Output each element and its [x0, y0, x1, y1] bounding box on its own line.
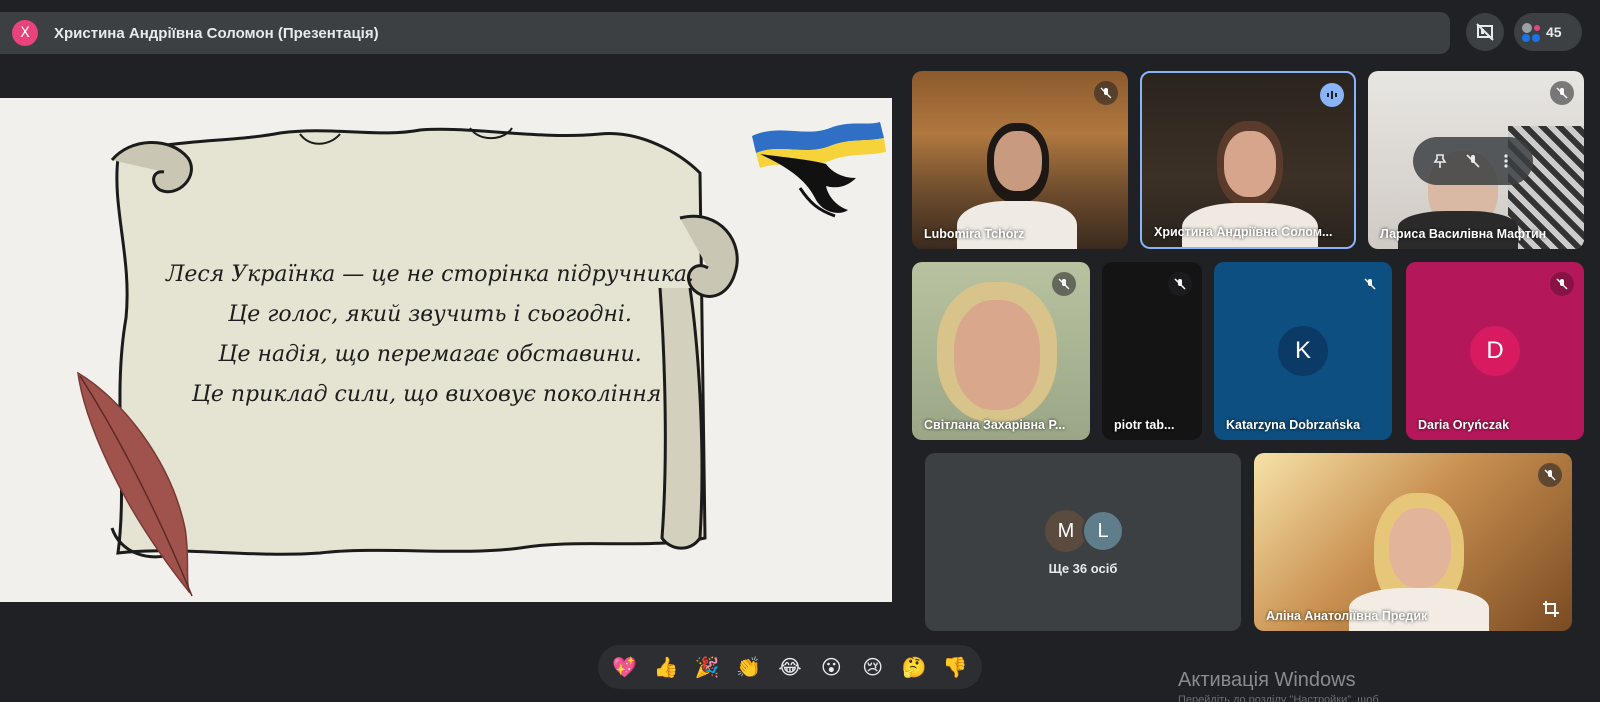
- reaction-sad-button[interactable]: 😢: [856, 650, 890, 684]
- participant-name: Katarzyna Dobrzańska: [1226, 418, 1361, 432]
- dove-with-flag-icon: [752, 122, 886, 218]
- mic-off-icon: [1550, 272, 1574, 296]
- participants-count: 45: [1546, 24, 1562, 40]
- reaction-thumbs-up-button[interactable]: 👍: [649, 650, 683, 684]
- participant-tile[interactable]: D Daria Oryńczak: [1406, 262, 1584, 440]
- presentation-slide: Леся Українка — це не сторінка підручник…: [0, 98, 892, 602]
- participant-name: Світлана Захарівна Р...: [924, 418, 1066, 432]
- reaction-party-button[interactable]: 🎉: [690, 650, 724, 684]
- slide-quote: Леся Українка — це не сторінка підручник…: [150, 255, 710, 415]
- slide-line: Це приклад сили, що виховує покоління.: [191, 382, 669, 407]
- participant-tile[interactable]: piotr tab...: [1102, 262, 1202, 440]
- reaction-thumbs-down-button[interactable]: 👎: [938, 650, 972, 684]
- mic-off-icon: [1052, 272, 1076, 296]
- mic-off-icon: [1550, 81, 1574, 105]
- more-options-icon[interactable]: [1498, 153, 1514, 169]
- reaction-thinking-button[interactable]: 🤔: [897, 650, 931, 684]
- reaction-clap-button[interactable]: 👏: [732, 650, 766, 684]
- participant-tile[interactable]: K Katarzyna Dobrzańska: [1214, 262, 1392, 440]
- slide-line: Це голос, який звучить і сьогодні.: [228, 302, 632, 327]
- reactions-bar: 💖 👍 🎉 👏 😂 😮 😢 🤔 👎: [598, 645, 982, 689]
- participant-tile[interactable]: Світлана Захарівна Р...: [912, 262, 1090, 440]
- hide-tiles-icon: [1476, 23, 1494, 41]
- presentation-title: Христина Андріївна Соломон (Презентація): [54, 24, 379, 42]
- presentation-title-bar: X Христина Андріївна Соломон (Презентаці…: [0, 12, 1450, 54]
- mic-off-icon: [1358, 272, 1382, 296]
- mic-off-icon: [1094, 81, 1118, 105]
- avatar: M: [1045, 510, 1087, 552]
- participant-tile[interactable]: Lubomira Tchórz: [912, 71, 1128, 249]
- windows-activation-watermark: Активація Windows: [1178, 669, 1356, 691]
- slide-line: Це надія, що перемагає обставини.: [218, 342, 642, 367]
- participant-tile[interactable]: Аліна Анатоліївна Предик: [1254, 453, 1572, 631]
- participant-name: Аліна Анатоліївна Предик: [1266, 609, 1428, 623]
- slide-line: Леся Українка — це не сторінка підручник…: [166, 262, 694, 287]
- mic-off-icon: [1168, 272, 1192, 296]
- participant-tile[interactable]: Лариса Василівна Мафтин: [1368, 71, 1584, 249]
- mic-off-icon[interactable]: [1465, 153, 1481, 169]
- avatar: D: [1470, 326, 1520, 376]
- people-button[interactable]: 45: [1514, 13, 1582, 51]
- participant-name: Daria Oryńczak: [1418, 418, 1510, 432]
- reaction-heart-button[interactable]: 💖: [608, 650, 642, 684]
- stop-presenting-button[interactable]: X: [12, 20, 38, 46]
- tile-hover-controls: [1413, 137, 1533, 185]
- participant-name: Лариса Василівна Мафтин: [1380, 227, 1547, 241]
- layout-toggle-button[interactable]: [1466, 13, 1504, 51]
- others-count-label: Ще 36 осіб: [1048, 561, 1118, 576]
- crop-frame-icon[interactable]: [1542, 600, 1560, 623]
- pin-icon[interactable]: [1432, 153, 1448, 169]
- others-tile[interactable]: M L Ще 36 осіб: [925, 453, 1241, 631]
- speaking-indicator-icon: [1320, 83, 1344, 107]
- participant-tile-active-speaker[interactable]: Христина Андріївна Солом...: [1140, 71, 1356, 249]
- participants-avatars: [1522, 22, 1540, 42]
- mic-off-icon: [1538, 463, 1562, 487]
- participant-name: Lubomira Tchórz: [924, 227, 1025, 241]
- reaction-surprised-button[interactable]: 😮: [814, 650, 848, 684]
- participant-name: Христина Андріївна Солом...: [1154, 225, 1333, 239]
- avatar: K: [1278, 326, 1328, 376]
- participant-name: piotr tab...: [1114, 418, 1175, 432]
- avatar: L: [1082, 510, 1124, 552]
- windows-activation-subtitle: Перейдіть до розділу "Настройки", щоб: [1178, 694, 1379, 702]
- reaction-laugh-button[interactable]: 😂: [773, 650, 807, 684]
